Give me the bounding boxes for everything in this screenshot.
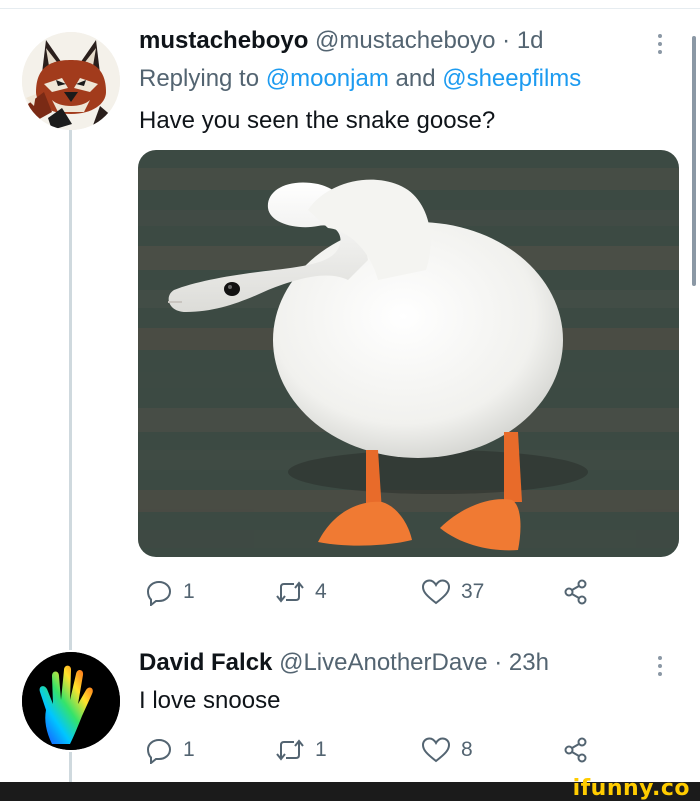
handle-and-time[interactable]: @LiveAnotherDave · 23h [272,649,549,676]
tweet-1-text: Have you seen the snake goose? [139,107,496,134]
tweet-2-header: David Falck @LiveAnotherDave · 23h [139,648,549,678]
share-button[interactable] [563,736,589,764]
retweet-count: 1 [315,738,327,761]
display-name[interactable]: David Falck [139,649,272,676]
tweet-1-actions: 1 4 37 [139,578,599,608]
replying-prefix: Replying to [139,65,266,92]
tweet-2-text: I love snoose [139,687,281,714]
fox-mascot-avatar-image [22,32,120,130]
more-dots-icon[interactable] [656,34,664,54]
thread-connector-line [69,130,72,650]
retweet-button[interactable]: 1 [275,736,327,764]
retweet-count: 4 [315,580,327,603]
scrollbar[interactable] [692,36,696,286]
more-dots-icon[interactable] [656,656,664,676]
ifunny-watermark: ifunny.co [572,776,690,801]
mention-sheepfilms[interactable]: @sheepfilms [442,65,581,92]
like-button[interactable]: 8 [421,736,473,764]
tweet-1-header: mustacheboyo @mustacheboyo · 1d [139,26,544,56]
mention-moonjam[interactable]: @moonjam [266,65,389,92]
display-name[interactable]: mustacheboyo [139,27,308,54]
tweet-2-actions: 1 1 8 [139,736,599,766]
reply-icon [146,738,172,764]
replying-to-line: Replying to @moonjam and @sheepfilms [139,64,581,94]
top-divider [0,8,700,9]
reply-count: 1 [183,738,195,761]
retweet-icon [276,739,304,761]
rainbow-hand-avatar-image [22,652,120,750]
like-count: 37 [461,580,485,603]
like-button[interactable]: 37 [421,578,484,606]
share-button[interactable] [563,578,589,606]
like-heart-icon [421,579,451,605]
handle-and-time[interactable]: @mustacheboyo · 1d [308,27,544,54]
avatar-david-falck[interactable] [22,652,120,750]
snake-goose-photo [138,150,679,557]
reply-icon [146,580,172,606]
retweet-icon [276,581,304,603]
avatar-mustacheboyo[interactable] [22,32,120,130]
share-icon [564,737,587,763]
replying-and: and [388,65,443,92]
like-heart-icon [421,737,451,763]
reply-button[interactable]: 1 [145,578,195,606]
reply-count: 1 [183,580,195,603]
ifunny-watermark-bar: ifunny.co [0,776,700,801]
share-icon [564,579,587,605]
reply-button[interactable]: 1 [145,736,195,764]
like-count: 8 [461,738,473,761]
thread-connector-line-lower [69,752,72,782]
retweet-button[interactable]: 4 [275,578,327,606]
tweet-media-photo[interactable] [138,150,679,557]
